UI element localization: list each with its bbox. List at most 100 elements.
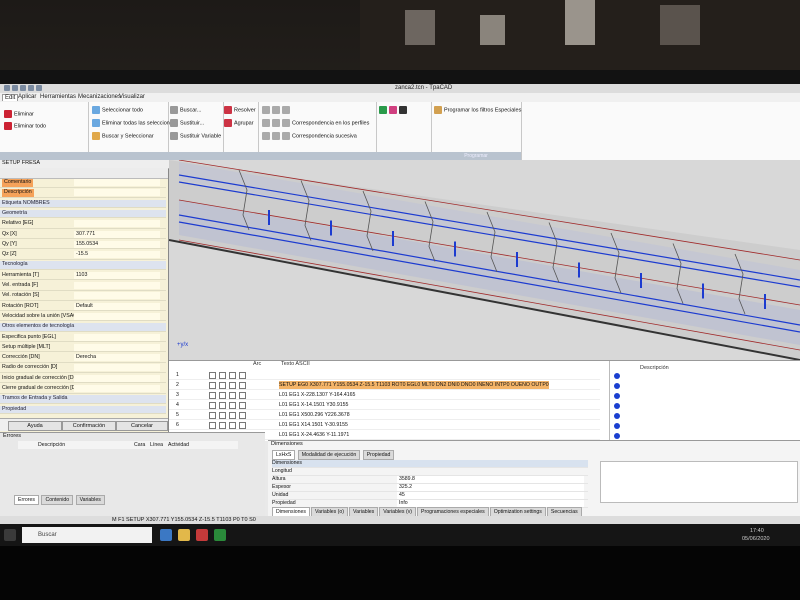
tab-errores[interactable]: Errores [14, 495, 40, 505]
property-value[interactable] [74, 312, 160, 320]
row-checkbox[interactable] [219, 402, 226, 409]
tab-modalidad[interactable]: Modalidad de ejecución [297, 450, 361, 460]
find-button[interactable]: Buscar... [170, 106, 201, 114]
menu-herramientas[interactable]: Herramientas [38, 94, 78, 100]
grid-row[interactable]: 2 SETUP EG0 X307.771 Y155.0534 Z-15.5 T11… [169, 381, 600, 390]
property-row[interactable]: Qz [Z] -15.5 [0, 251, 166, 260]
row-checkbox[interactable] [209, 372, 216, 379]
dimension-value[interactable]: 325.2 [397, 484, 584, 491]
tab-propiedad[interactable]: Propiedad [362, 450, 395, 460]
property-row[interactable]: Velocidad sobre la unión [VSAC] [0, 312, 166, 322]
tab-lxhxs[interactable]: LxHxS [272, 450, 296, 460]
dimension-value[interactable]: 3589.8 [397, 476, 584, 483]
correspondence-profiles-button[interactable]: Correspondencia en los perfiles [262, 119, 369, 127]
property-row[interactable]: Cierre gradual de corrección [DNO] [0, 385, 166, 394]
menu-aplicar[interactable]: Aplicar [16, 94, 38, 100]
row-checkbox[interactable] [209, 422, 216, 429]
delete-all-button[interactable]: Eliminar todo [4, 122, 46, 130]
property-row[interactable]: Comentario [0, 179, 166, 188]
row-checkbox[interactable] [229, 402, 236, 409]
3d-view[interactable]: +y/x [169, 160, 800, 360]
property-row[interactable]: Geometría [0, 209, 166, 219]
grid-row[interactable]: 1 [169, 371, 600, 380]
app-icon[interactable] [196, 529, 208, 541]
row-checkbox[interactable] [219, 412, 226, 419]
row-checkbox[interactable] [229, 372, 236, 379]
row-checkbox[interactable] [219, 382, 226, 389]
edge-icon[interactable] [160, 529, 172, 541]
row-checkbox[interactable] [219, 372, 226, 379]
delete-button[interactable]: Eliminar [4, 110, 34, 118]
row-checkbox[interactable] [229, 412, 236, 419]
row-checkbox[interactable] [229, 382, 236, 389]
property-row[interactable]: Propiedad [0, 405, 166, 415]
property-value[interactable]: Default [74, 302, 160, 310]
grid-row[interactable]: 6 L01 EG1 X14.1501 Y-30.9155 [169, 421, 600, 430]
property-row[interactable]: Corrección [DN] Derecha [0, 354, 166, 363]
help-button[interactable]: Ayuda [8, 421, 62, 431]
property-value[interactable] [74, 179, 160, 186]
row-checkbox[interactable] [209, 402, 216, 409]
redo-icon[interactable] [28, 85, 34, 91]
grid-row[interactable]: 4 L01 EG1 X-14.1501 Y30.9155 [169, 401, 600, 410]
property-row[interactable]: Relativo [EG] [0, 220, 166, 229]
menu-visualizar[interactable]: Visualizar [117, 94, 147, 100]
resolve-button[interactable]: Resolver [224, 106, 256, 114]
row-checkbox[interactable] [229, 422, 236, 429]
property-row[interactable]: Radio de corrección [D] [0, 364, 166, 373]
property-row[interactable]: Otros elementos de tecnología [0, 323, 166, 332]
print-icon[interactable] [36, 85, 42, 91]
clear-selections-button[interactable]: Eliminar todas las selecciones [92, 119, 176, 127]
tab-variables[interactable]: Variables [75, 495, 105, 505]
property-row[interactable]: Tecnología [0, 261, 166, 270]
folder-icon[interactable] [178, 529, 190, 541]
row-checkbox[interactable] [219, 422, 226, 429]
row-checkbox[interactable] [229, 392, 236, 399]
property-row[interactable]: Qx [X] 307.771 [0, 230, 166, 240]
property-row[interactable]: Etiqueta NOMBRES [0, 199, 166, 209]
replace-button[interactable]: Sustituir... [170, 119, 204, 127]
property-value[interactable]: 1103 [74, 271, 160, 279]
property-row[interactable]: Setup múltiple [MLT] [0, 343, 166, 353]
row-checkbox[interactable] [209, 382, 216, 389]
property-value[interactable] [74, 343, 160, 351]
taskbar-search[interactable]: Buscar [22, 527, 152, 543]
property-value[interactable]: -15.5 [74, 251, 160, 259]
dimension-value[interactable]: 45 [397, 492, 584, 499]
tab-contenido[interactable]: Contenido [41, 495, 74, 505]
undo-icon[interactable] [20, 85, 26, 91]
find-select-button[interactable]: Buscar y Seleccionar [92, 132, 154, 140]
color-icons[interactable] [379, 106, 409, 114]
property-value[interactable] [74, 292, 160, 300]
row-checkbox[interactable] [239, 392, 246, 399]
successive-correspondence-button[interactable]: Correspondencia sucesiva [262, 132, 357, 140]
property-row[interactable]: Rotación [ROT] Default [0, 302, 166, 312]
row-checkbox[interactable] [209, 392, 216, 399]
property-value[interactable]: Derecha [74, 354, 160, 362]
open-icon[interactable] [12, 85, 18, 91]
row-checkbox[interactable] [239, 402, 246, 409]
property-row[interactable]: Descripción [0, 189, 166, 198]
row-checkbox[interactable] [239, 422, 246, 429]
property-value[interactable] [74, 374, 160, 382]
property-row[interactable]: Herramienta [T] 1103 [0, 271, 166, 281]
property-value[interactable] [74, 364, 160, 372]
property-value[interactable] [74, 333, 160, 341]
menu-mecanizaciones[interactable]: Mecanizaciones [76, 94, 123, 100]
cancel-button[interactable]: Cancelar [116, 421, 168, 431]
windows-start-icon[interactable] [4, 529, 16, 541]
row-checkbox[interactable] [219, 392, 226, 399]
grid-row[interactable]: 5 L01 EG1 X500.296 Y226.3678 [169, 411, 600, 420]
property-row[interactable]: Vel. entrada [F] [0, 282, 166, 291]
tpacad-icon[interactable] [214, 529, 226, 541]
property-value[interactable] [74, 189, 160, 197]
property-value[interactable] [74, 282, 160, 289]
row-checkbox[interactable] [209, 412, 216, 419]
property-value[interactable]: 155.0534 [74, 240, 160, 248]
special-filters-button[interactable]: Programar los filtros Especiales [434, 106, 521, 114]
property-value[interactable]: 307.771 [74, 230, 160, 238]
row-checkbox[interactable] [239, 382, 246, 389]
grid-row[interactable]: 3 L01 EG1 X-228.1307 Y-164.4165 [169, 391, 600, 400]
replace-variable-button[interactable]: Sustituir Variable [170, 132, 221, 140]
property-row[interactable]: Tramos de Entrada y Salida [0, 395, 166, 404]
